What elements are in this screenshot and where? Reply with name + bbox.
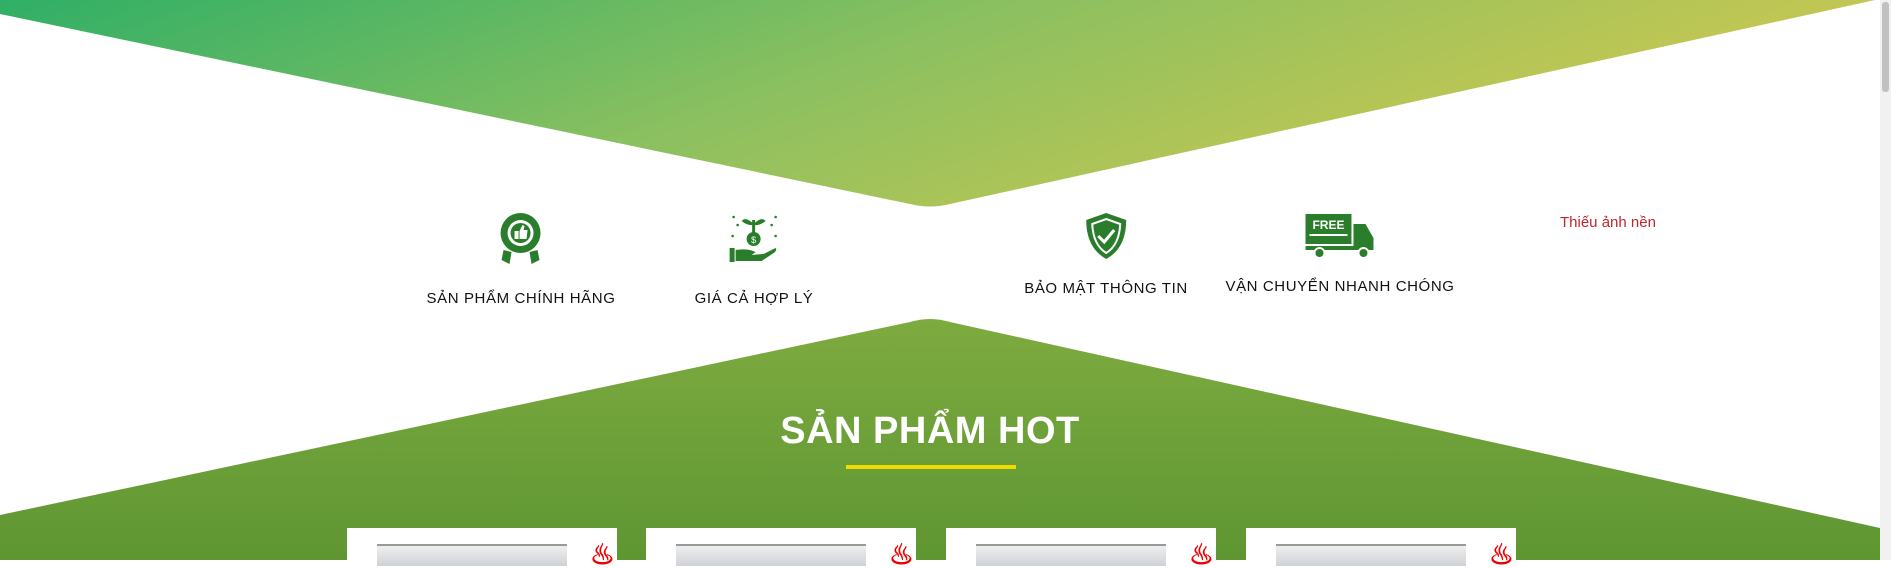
background-shapes	[0, 0, 1880, 560]
hot-fire-icon: ♨	[888, 539, 914, 568]
feature-genuine-products: SẢN PHẨM CHÍNH HÃNG	[427, 212, 616, 307]
product-card[interactable]: ♨	[646, 528, 916, 568]
missing-background-notice: Thiếu ảnh nền	[1560, 214, 1656, 231]
feature-label: VẬN CHUYỂN NHANH CHÓNG	[1225, 278, 1455, 295]
scrollbar[interactable]	[1880, 0, 1891, 560]
feature-label: SẢN PHẨM CHÍNH HÃNG	[426, 290, 616, 307]
hot-fire-icon: ♨	[1488, 539, 1514, 568]
feature-security: BẢO MẬT THÔNG TIN	[1024, 212, 1188, 297]
feature-label: GIÁ CẢ HỢP LÝ	[694, 290, 814, 307]
shield-check-icon	[1086, 213, 1126, 259]
feature-fast-shipping: FREE VẬN CHUYỂN NHANH CHÓNG	[1225, 212, 1454, 295]
top-banner-shape	[0, 0, 1875, 207]
feature-label: BẢO MẬT THÔNG TIN	[1024, 280, 1188, 297]
feature-reasonable-price: $ GIÁ CẢ HỢP LÝ	[695, 212, 814, 307]
section-title: SẢN PHẨM HOT	[780, 410, 1080, 452]
product-image	[377, 544, 567, 566]
free-delivery-truck-icon: FREE	[1305, 214, 1373, 259]
product-image	[676, 544, 866, 566]
product-image	[976, 544, 1166, 566]
scrollbar-thumb[interactable]	[1882, 2, 1889, 92]
product-card[interactable]: ♨	[946, 528, 1216, 568]
product-card[interactable]: ♨	[347, 528, 617, 568]
svg-text:FREE: FREE	[1312, 218, 1344, 232]
svg-text:$: $	[751, 235, 756, 245]
product-image	[1276, 544, 1466, 566]
hot-fire-icon: ♨	[589, 539, 615, 568]
hot-fire-icon: ♨	[1188, 539, 1214, 568]
money-plant-hand-icon: $	[729, 215, 778, 262]
award-thumbs-up-icon	[500, 213, 541, 264]
title-underline	[846, 465, 1016, 469]
product-card[interactable]: ♨	[1246, 528, 1516, 568]
